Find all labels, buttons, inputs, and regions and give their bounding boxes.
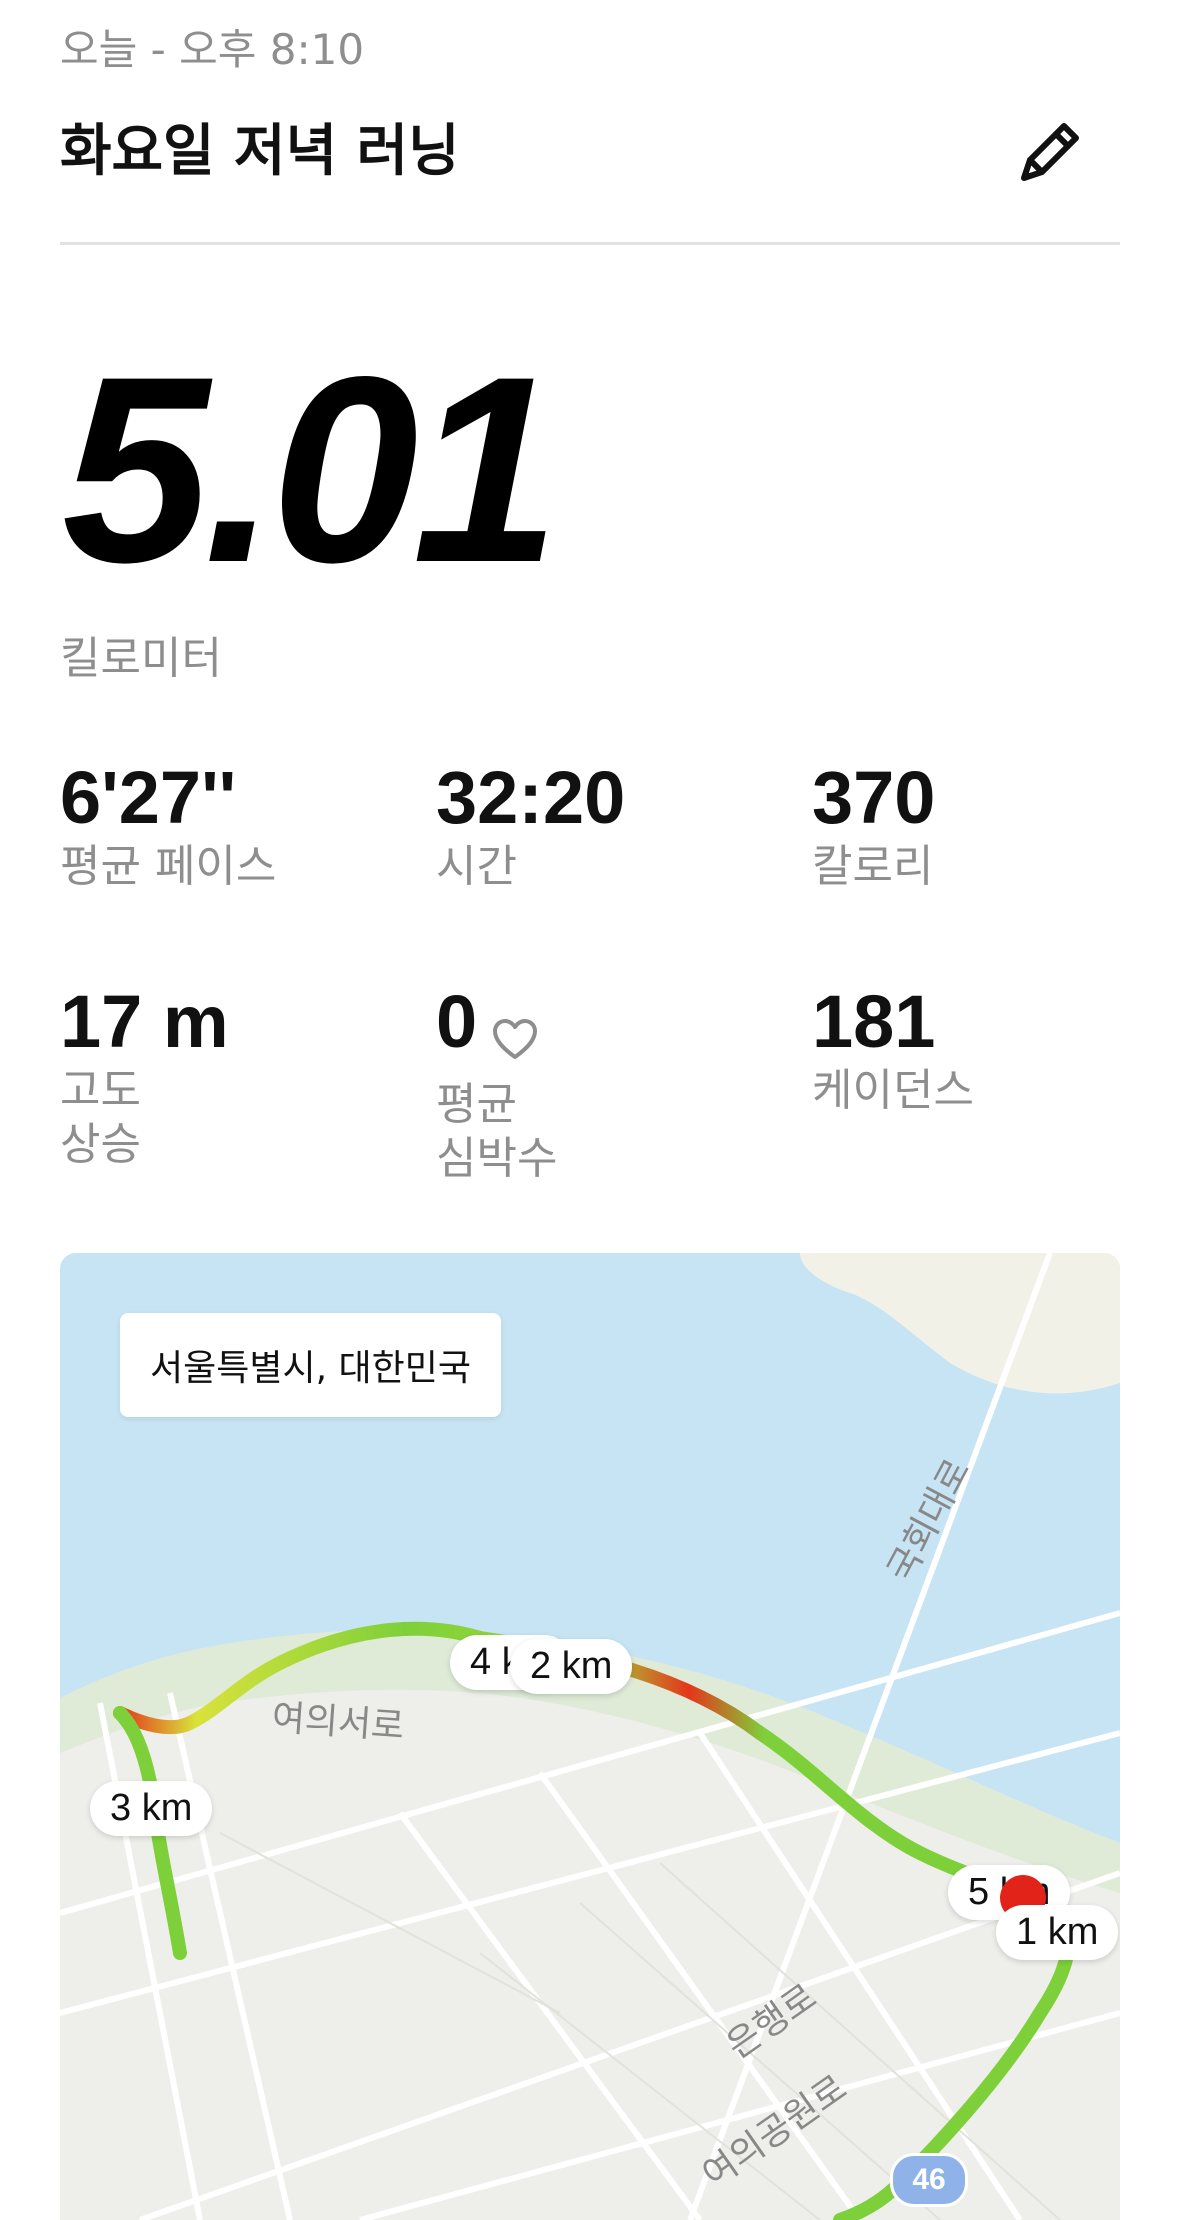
stat-cadence-label: 케이던스 xyxy=(812,1065,974,1116)
route-map[interactable]: 서울특별시, 대한민국 국회대로 여의서로 은행로 여의공원로 46 4 km … xyxy=(60,1253,1120,2220)
stat-heartrate: 0 평균 심박수 xyxy=(436,980,766,1186)
edit-button[interactable] xyxy=(1010,112,1090,192)
distance-unit: 킬로미터 xyxy=(60,633,222,684)
stat-cadence: 181 케이던스 xyxy=(812,980,1142,1118)
stat-pace-label: 평균 페이스 xyxy=(60,841,277,892)
activity-header: 오늘 - 오후 8:10 화요일 저녁 러닝 xyxy=(60,20,1120,184)
stat-time-label: 시간 xyxy=(436,841,517,892)
distance-value: 5.01 xyxy=(62,322,560,618)
stat-elevation: 17 m 고도 상승 xyxy=(60,980,390,1172)
km-marker-2: 2 km xyxy=(510,1639,633,1694)
stat-pace: 6'27'' 평균 페이스 xyxy=(60,756,390,894)
stat-cadence-value: 181 xyxy=(812,980,936,1063)
heart-icon xyxy=(491,994,539,1078)
stat-pace-value: 6'27'' xyxy=(60,756,237,839)
km-marker-1: 1 km xyxy=(996,1905,1119,1960)
stat-heartrate-label-line1: 평균 xyxy=(436,1079,517,1130)
map-location-chip: 서울특별시, 대한민국 xyxy=(120,1313,501,1417)
stat-heartrate-label-line2: 심박수 xyxy=(436,1133,558,1184)
stat-time: 32:20 시간 xyxy=(436,756,766,894)
stat-calories: 370 칼로리 xyxy=(812,756,1142,894)
header-divider xyxy=(60,242,1120,245)
stat-heartrate-value: 0 xyxy=(436,980,478,1063)
stat-elevation-value: 17 m xyxy=(60,980,229,1063)
stat-time-value: 32:20 xyxy=(436,756,626,839)
stat-elevation-label-line1: 고도 xyxy=(60,1065,141,1116)
km-marker-3: 3 km xyxy=(90,1781,213,1836)
stat-elevation-label-line2: 상승 xyxy=(60,1119,141,1170)
activity-date: 오늘 - 오후 8:10 xyxy=(60,25,365,74)
activity-title: 화요일 저녁 러닝 xyxy=(60,119,460,184)
road-number-badge: 46 xyxy=(890,2153,968,2207)
pencil-icon xyxy=(1021,123,1079,181)
road-label-yeouiseoro: 여의서로 xyxy=(270,1697,406,1748)
stat-calories-value: 370 xyxy=(812,756,936,839)
stat-calories-label: 칼로리 xyxy=(812,841,934,892)
